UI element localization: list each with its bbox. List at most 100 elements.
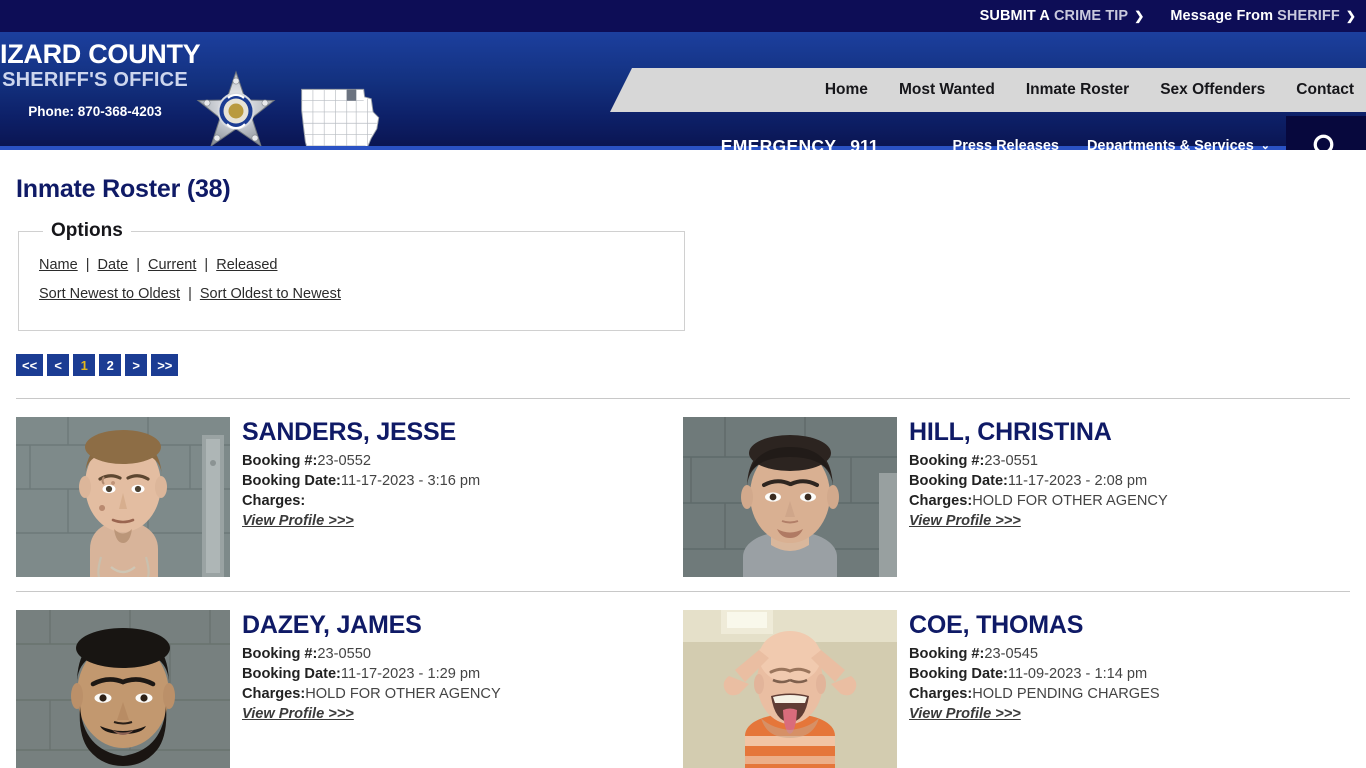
booking-number-value: 23-0545	[984, 645, 1038, 662]
nav-item-most-wanted[interactable]: Most Wanted	[899, 81, 995, 99]
charges-value: HOLD FOR OTHER AGENCY	[305, 685, 501, 702]
message-from-sheriff-link[interactable]: Message From SHERIFF ❯	[1170, 8, 1356, 24]
options-legend: Options	[51, 220, 123, 241]
message-from-sheriff-strong: Message From	[1170, 8, 1274, 24]
view-profile-link[interactable]: View Profile >>>	[909, 513, 1021, 529]
options-sort-row: Sort Newest to Oldest | Sort Oldest to N…	[39, 286, 664, 302]
filter-link-name[interactable]: Name	[39, 257, 78, 273]
agency-identity: IZARD COUNTY SHERIFF'S OFFICE Phone: 870…	[0, 32, 201, 120]
inmate-name[interactable]: DAZEY, JAMES	[242, 611, 501, 640]
inmate-booking-date: Booking Date:11-17-2023 - 3:16 pm	[242, 471, 480, 491]
pagination-page-2[interactable]: 2	[99, 354, 122, 376]
inmate-booking-date: Booking Date:11-09-2023 - 1:14 pm	[909, 664, 1160, 684]
chevron-down-icon: ⌄	[1260, 139, 1270, 150]
booking-date-value: 11-17-2023 - 1:29 pm	[340, 665, 481, 682]
inmate-info: COE, THOMAS Booking #:23-0545 Booking Da…	[897, 610, 1160, 768]
inmate-booking-date: Booking Date:11-17-2023 - 2:08 pm	[909, 471, 1168, 491]
emergency-number: 911	[850, 135, 879, 151]
separator: |	[136, 257, 140, 273]
booking-number-value: 23-0552	[317, 452, 371, 469]
filter-link-current[interactable]: Current	[148, 257, 196, 273]
pagination-last[interactable]: >>	[151, 354, 179, 376]
inmate-booking-number: Booking #:23-0552	[242, 451, 480, 471]
sort-link-oldest-to-newest[interactable]: Sort Oldest to Newest	[200, 286, 341, 302]
view-profile-link[interactable]: View Profile >>>	[242, 513, 354, 529]
inmate-card: SANDERS, JESSE Booking #:23-0552 Booking…	[16, 417, 683, 577]
inmate-card: DAZEY, JAMES Booking #:23-0550 Booking D…	[16, 610, 683, 768]
pagination-page-1[interactable]: 1	[73, 354, 96, 376]
county-name: IZARD COUNTY	[0, 39, 201, 69]
nav-item-contact[interactable]: Contact	[1296, 81, 1354, 99]
booking-number-value: 23-0551	[984, 452, 1038, 469]
booking-number-value: 23-0550	[317, 645, 371, 662]
nav-item-departments-services[interactable]: Departments & Services ⌄	[1087, 138, 1270, 150]
separator: |	[188, 286, 192, 302]
roster-row: DAZEY, JAMES Booking #:23-0550 Booking D…	[16, 591, 1350, 768]
inmate-photo	[16, 610, 230, 768]
separator: |	[204, 257, 209, 273]
charges-label: Charges:	[242, 492, 306, 509]
view-profile-link[interactable]: View Profile >>>	[909, 706, 1021, 722]
separator: |	[85, 257, 90, 273]
booking-date-value: 11-17-2023 - 2:08 pm	[1007, 472, 1148, 489]
charges-label: Charges:	[909, 492, 973, 509]
booking-number-label: Booking #:	[909, 645, 985, 662]
pagination: << < 1 2 > >>	[16, 354, 1350, 376]
pagination-prev[interactable]: <	[47, 354, 70, 376]
inmate-name[interactable]: HILL, CHRISTINA	[909, 418, 1168, 447]
booking-number-label: Booking #:	[242, 645, 318, 662]
inmate-info: HILL, CHRISTINA Booking #:23-0551 Bookin…	[897, 417, 1168, 577]
inmate-card: HILL, CHRISTINA Booking #:23-0551 Bookin…	[683, 417, 1350, 577]
booking-date-label: Booking Date:	[242, 665, 341, 682]
options-filter-row: Name | Date | Current | Released	[39, 257, 664, 273]
charges-value: HOLD FOR OTHER AGENCY	[972, 492, 1168, 509]
charges-value: HOLD PENDING CHARGES	[972, 685, 1160, 702]
inmate-card: COE, THOMAS Booking #:23-0545 Booking Da…	[683, 610, 1350, 768]
pagination-first[interactable]: <<	[16, 354, 44, 376]
inmate-charges: Charges:HOLD PENDING CHARGES	[909, 684, 1160, 704]
booking-date-value: 11-17-2023 - 3:16 pm	[340, 472, 481, 489]
secondary-navigation: EMERGENCY 911 Press Releases Departments…	[0, 124, 1366, 151]
inmate-photo	[683, 610, 897, 768]
charges-label: Charges:	[909, 685, 973, 702]
inmate-charges: Charges:HOLD FOR OTHER AGENCY	[909, 491, 1168, 511]
nav-item-sex-offenders[interactable]: Sex Offenders	[1160, 81, 1265, 99]
press-releases-label: Press Releases	[952, 138, 1059, 150]
inmate-booking-date: Booking Date:11-17-2023 - 1:29 pm	[242, 664, 501, 684]
options-panel: Options Name | Date | Current | Released…	[18, 220, 685, 331]
inmate-name[interactable]: SANDERS, JESSE	[242, 418, 480, 447]
inmate-roster-list: SANDERS, JESSE Booking #:23-0552 Booking…	[16, 398, 1350, 768]
booking-date-label: Booking Date:	[909, 472, 1008, 489]
submit-crime-tip-soft: CRIME TIP	[1053, 8, 1129, 24]
inmate-charges: Charges:HOLD FOR OTHER AGENCY	[242, 684, 501, 704]
inmate-info: SANDERS, JESSE Booking #:23-0552 Booking…	[230, 417, 480, 577]
nav-item-home[interactable]: Home	[825, 81, 868, 99]
submit-crime-tip-link[interactable]: SUBMIT A CRIME TIP ❯	[980, 8, 1145, 24]
charges-label: Charges:	[242, 685, 306, 702]
nav-item-inmate-roster[interactable]: Inmate Roster	[1026, 81, 1129, 99]
nav-item-press-releases[interactable]: Press Releases	[953, 138, 1059, 150]
sort-link-newest-to-oldest[interactable]: Sort Newest to Oldest	[39, 286, 180, 302]
booking-number-label: Booking #:	[909, 452, 985, 469]
inmate-booking-number: Booking #:23-0551	[909, 451, 1168, 471]
inmate-name[interactable]: COE, THOMAS	[909, 611, 1160, 640]
phone-number: Phone: 870-368-4203	[28, 104, 162, 120]
booking-date-value: 11-09-2023 - 1:14 pm	[1007, 665, 1148, 682]
view-profile-link[interactable]: View Profile >>>	[242, 706, 354, 722]
chevron-right-icon: ❯	[1134, 9, 1145, 23]
departments-services-label: Departments & Services	[1086, 138, 1254, 150]
inmate-photo	[683, 417, 897, 577]
inmate-booking-number: Booking #:23-0550	[242, 644, 501, 664]
filter-link-released[interactable]: Released	[216, 257, 277, 273]
emergency-label: EMERGENCY	[720, 135, 837, 151]
filter-link-date[interactable]: Date	[98, 257, 129, 273]
page-title: Inmate Roster (38)	[16, 175, 231, 203]
booking-date-label: Booking Date:	[909, 665, 1008, 682]
inmate-photo	[16, 417, 230, 577]
search-button[interactable]	[1286, 116, 1366, 150]
site-header: IZARD COUNTY SHERIFF'S OFFICE Phone: 870…	[0, 32, 1366, 150]
pagination-next[interactable]: >	[125, 354, 148, 376]
submit-crime-tip-strong: SUBMIT A	[979, 8, 1050, 24]
utility-bar: SUBMIT A CRIME TIP ❯ Message From SHERIF…	[0, 0, 1366, 32]
inmate-charges: Charges:	[242, 491, 480, 511]
